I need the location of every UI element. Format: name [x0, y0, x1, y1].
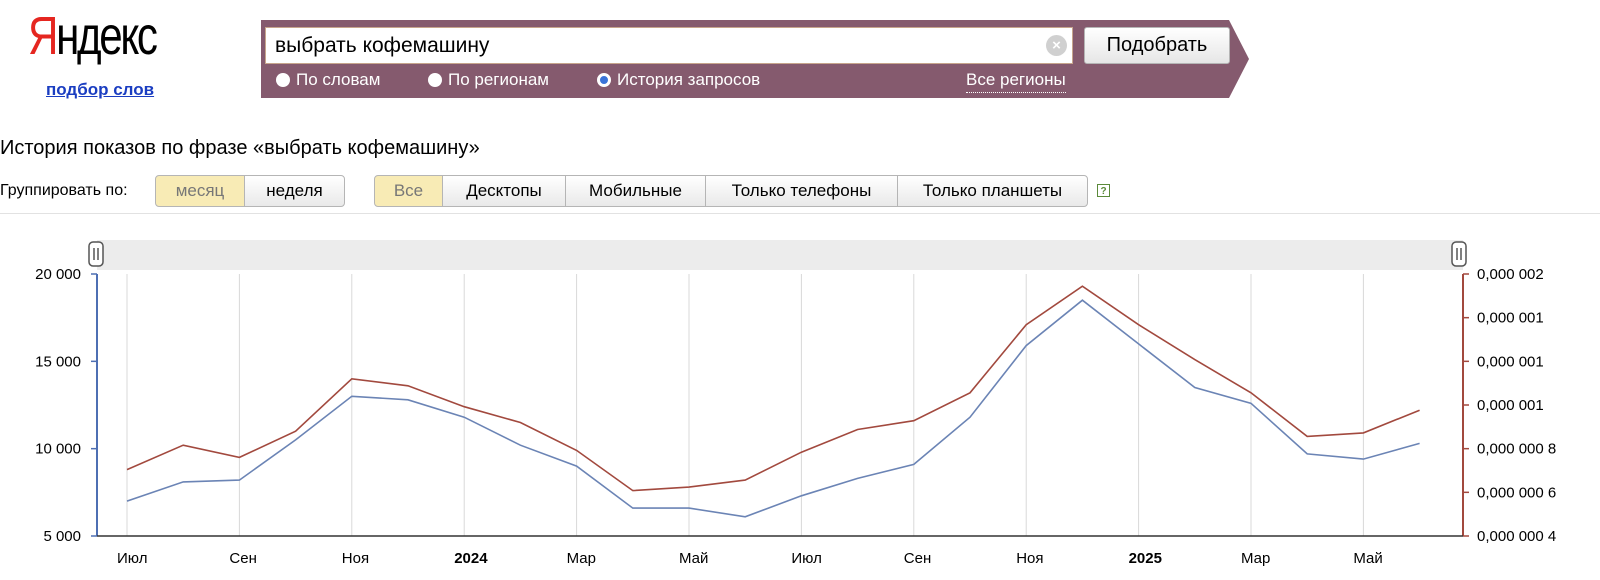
history-chart: Июл Сен Ноя 2024 Мар Май Июл Сен Ноя 2025 Мар Май 20… [35, 240, 1556, 567]
yandex-logo[interactable]: Яндекс [28, 6, 158, 66]
clear-icon[interactable]: × [1046, 35, 1067, 56]
y-left-tick-label: 20 000 [35, 266, 81, 283]
y-left-tick-label: 10 000 [35, 441, 81, 458]
group-by-label: Группировать по: [0, 182, 128, 199]
x-tick-label: Сен [904, 550, 931, 567]
radio-by-regions[interactable]: По регионам [428, 68, 549, 92]
x-tick-label: 2025 [1129, 550, 1162, 567]
x-tick-label: Ноя [342, 550, 369, 567]
search-input[interactable]: выбрать кофемашину [265, 27, 1073, 64]
x-tick-label: Май [679, 550, 708, 567]
radio-history[interactable]: История запросов [597, 68, 760, 92]
y-right-tick-label: 0,000 001 [1477, 310, 1544, 327]
y-right-tick-label: 0,000 001 [1477, 353, 1544, 370]
radio-label: По словам [296, 70, 381, 89]
device-tablets-button[interactable]: Только планшеты [897, 175, 1088, 207]
radio-checked-icon [597, 73, 611, 87]
radio-label: История запросов [617, 70, 761, 89]
x-tick-label: Сен [229, 550, 256, 567]
group-month-button[interactable]: месяц [155, 175, 245, 207]
group-week-button[interactable]: неделя [244, 175, 345, 207]
x-tick-label: Июл [791, 550, 821, 567]
y-right-tick-label: 0,000 000 6 [1477, 484, 1556, 501]
radio-icon [276, 73, 290, 87]
logo-first-letter: Я [28, 6, 58, 66]
y-left-tick-label: 5 000 [43, 528, 81, 545]
x-tick-label: Мар [1241, 550, 1270, 567]
x-tick-label: Мар [567, 550, 596, 567]
divider [0, 213, 1600, 214]
all-regions-link[interactable]: Все регионы [966, 68, 1066, 93]
device-desktop-button[interactable]: Десктопы [442, 175, 566, 207]
y-right-tick-label: 0,000 000 4 [1477, 528, 1556, 545]
wordstat-link[interactable]: подбор слов [46, 80, 154, 100]
y-right-tick-label: 0,000 000 8 [1477, 441, 1556, 458]
x-tick-label: 2024 [454, 550, 488, 567]
y-right-tick-label: 0,000 002 [1477, 266, 1544, 283]
device-phones-button[interactable]: Только телефоны [705, 175, 898, 207]
y-right-tick-label: 0,000 001 [1477, 397, 1544, 414]
device-all-button[interactable]: Все [374, 175, 443, 207]
range-handle-right [1451, 241, 1467, 267]
logo-rest: ндекс [56, 6, 158, 66]
x-tick-label: Ноя [1016, 550, 1043, 567]
x-tick-label: Июл [117, 550, 147, 567]
x-tick-label: Май [1353, 550, 1382, 567]
radio-icon [428, 73, 442, 87]
series-relative-line [126, 285, 1420, 492]
range-scrollbar [97, 240, 1463, 270]
y-left-tick-label: 15 000 [35, 353, 81, 370]
radio-label: По регионам [448, 70, 549, 89]
page-title: История показов по фразе «выбрать кофема… [0, 137, 480, 159]
radio-by-words[interactable]: По словам [276, 68, 380, 92]
submit-button[interactable]: Подобрать [1084, 27, 1230, 64]
device-mobile-button[interactable]: Мобильные [565, 175, 706, 207]
range-handle-left [88, 241, 104, 267]
help-icon[interactable]: ? [1097, 184, 1110, 197]
